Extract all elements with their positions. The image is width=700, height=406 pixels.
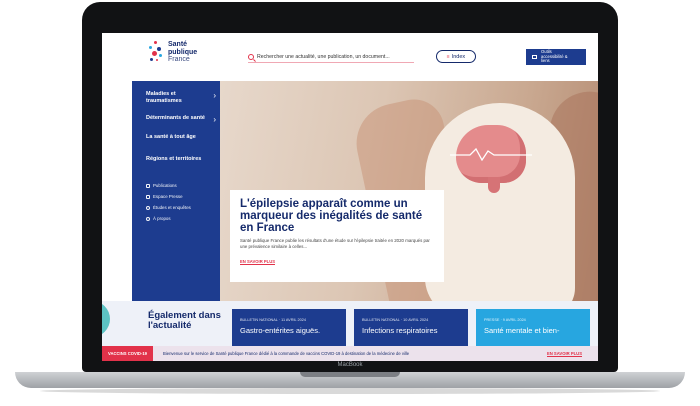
link-label: Publications: [153, 183, 177, 188]
nav-item-determinants[interactable]: Déterminants de santé ›: [146, 115, 216, 124]
nav-item-regions[interactable]: Régions et territoires: [146, 156, 212, 163]
news-card-title: Infections respiratoires: [362, 326, 438, 335]
link-espace-presse[interactable]: Espace Presse: [146, 194, 220, 199]
search-input[interactable]: Rechercher une actualité, une publicatio…: [248, 51, 414, 63]
link-etudes[interactable]: Études et enquêtes: [146, 205, 220, 210]
nav-item-label: Régions et territoires: [146, 156, 202, 162]
document-icon: [146, 183, 150, 188]
news-card-title: Gastro-entérites aiguës.: [240, 326, 321, 335]
laptop-shadow: [40, 388, 660, 394]
site-logo[interactable]: Santé publique France: [148, 41, 197, 64]
featured-article-summary: Santé publique France publie les résulta…: [240, 238, 430, 249]
logo-text: Santé publique France: [168, 41, 197, 64]
device-label: MacBook: [337, 362, 363, 368]
news-card-meta: BULLETIN NATIONAL · 11 AVRIL 2024: [240, 318, 306, 322]
nav-item-label: Déterminants de santé: [146, 115, 205, 121]
info-icon: [146, 216, 150, 221]
laptop-notch: [300, 372, 400, 377]
index-icon: ≡: [446, 53, 450, 60]
link-a-propos[interactable]: À propos: [146, 216, 220, 221]
featured-article-card[interactable]: L'épilepsie apparaît comme un marqueur d…: [230, 190, 444, 282]
browser-screen: Santé publique France Rechercher une act…: [102, 33, 598, 361]
chevron-right-icon: ›: [213, 91, 216, 100]
index-button[interactable]: ≡ Index: [436, 50, 476, 63]
link-label: Espace Presse: [153, 194, 183, 199]
heartbeat-line-icon: [450, 147, 532, 161]
banner-tag: VACCINS COVID-19: [102, 346, 154, 361]
search-icon: [248, 53, 254, 60]
logo-line-1: Santé: [168, 41, 188, 48]
search-placeholder: Rechercher une actualité, une publicatio…: [257, 53, 390, 60]
chart-icon: [146, 205, 150, 210]
nav-item-label: La santé à tout âge: [146, 134, 196, 140]
brain-stem-illustration: [488, 177, 500, 193]
link-label: À propos: [153, 216, 171, 221]
nav-item-maladies[interactable]: Maladies et traumatismes ›: [146, 91, 216, 105]
link-publications[interactable]: Publications: [146, 183, 220, 188]
folder-icon: [146, 194, 150, 199]
vaccine-banner: VACCINS COVID-19 Bienvenue sur le servic…: [102, 346, 598, 361]
news-card-meta: BULLETIN NATIONAL · 10 AVRIL 2024: [362, 318, 429, 322]
index-label: Index: [451, 53, 466, 60]
logo-line-2: publique: [168, 48, 198, 56]
banner-read-more-link[interactable]: EN SAVOIR PLUS: [546, 351, 582, 357]
nav-item-label: Maladies et traumatismes: [146, 91, 182, 104]
accessibility-icon: [532, 55, 537, 59]
accessibility-button[interactable]: Outils accessibilité & liens: [526, 49, 586, 65]
featured-article-title[interactable]: L'épilepsie apparaît comme un marqueur d…: [240, 198, 434, 234]
site-header: Santé publique France Rechercher une act…: [102, 33, 598, 79]
link-label: Études et enquêtes: [153, 205, 191, 210]
logo-line-3: France: [168, 56, 190, 63]
read-more-link[interactable]: EN SAVOIR PLUS: [240, 259, 276, 265]
banner-text: Bienvenue sur le service de Santé publiq…: [163, 351, 410, 356]
main-navigation: Maladies et traumatismes › Déterminants …: [132, 81, 220, 301]
logo-dots-icon: [148, 41, 164, 63]
news-card-title: Santé mentale et bien-: [484, 326, 560, 335]
laptop-mockup: MacBook Santé publique France Rechercher…: [0, 0, 700, 406]
chevron-right-icon: ›: [213, 115, 216, 124]
nav-item-sante-age[interactable]: La santé à tout âge: [146, 134, 212, 141]
also-in-news-heading: Également dans l'actualité: [148, 310, 221, 331]
news-card-meta: PRESSE · 9 AVRIL 2024: [484, 318, 526, 322]
accessibility-label: Outils accessibilité & liens: [541, 49, 568, 64]
